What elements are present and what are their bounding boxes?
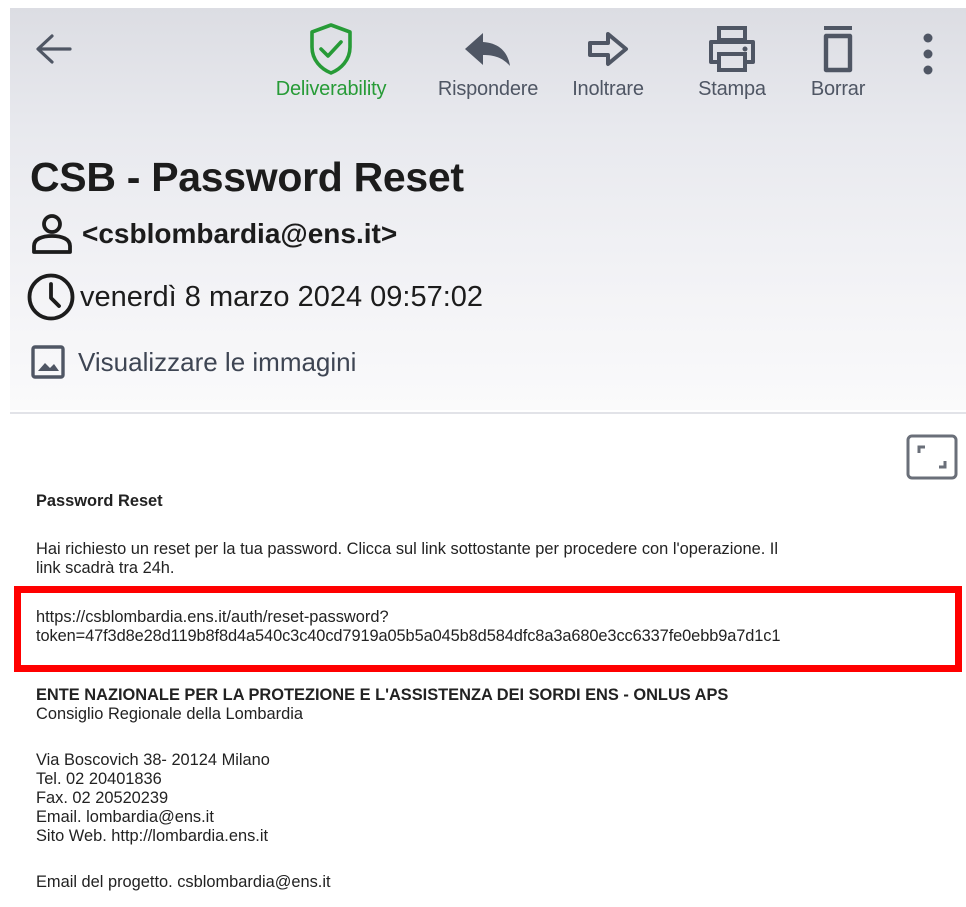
back-arrow-icon bbox=[36, 34, 72, 64]
show-images-link[interactable]: Visualizzare le immagini bbox=[30, 344, 356, 380]
deliverability-label: Deliverability bbox=[275, 78, 387, 100]
org-website[interactable]: Sito Web. http://lombardia.ens.it bbox=[36, 827, 268, 846]
reply-button[interactable]: Rispondere bbox=[428, 22, 548, 101]
trash-icon bbox=[816, 22, 860, 76]
org-tel: Tel. 02 20401836 bbox=[36, 770, 162, 788]
fullscreen-button[interactable] bbox=[906, 434, 958, 480]
org-name: ENTE NAZIONALE PER LA PROTEZIONE E L'ASS… bbox=[36, 686, 729, 704]
more-vertical-icon bbox=[923, 33, 933, 75]
image-icon bbox=[31, 345, 65, 379]
body-heading: Password Reset bbox=[36, 492, 163, 510]
fullscreen-icon bbox=[906, 434, 958, 480]
org-fax: Fax. 02 20520239 bbox=[36, 789, 169, 807]
show-images-label: Visualizzare le immagini bbox=[78, 346, 357, 377]
email-subject: CSB - Password Reset bbox=[30, 154, 464, 200]
email-date: venerdì 8 marzo 2024 09:57:02 bbox=[80, 280, 484, 313]
printer-icon bbox=[705, 22, 759, 76]
forward-button[interactable]: Inoltrare bbox=[558, 22, 658, 101]
delete-label: Borrar bbox=[810, 78, 866, 100]
header-divider bbox=[10, 412, 966, 414]
reply-label: Rispondere bbox=[437, 78, 539, 100]
print-button[interactable]: Stampa bbox=[682, 22, 782, 101]
deliverability-button[interactable]: Deliverability bbox=[264, 22, 398, 101]
back-button[interactable] bbox=[30, 24, 80, 74]
org-address: Via Boscovich 38- 20124 Milano bbox=[36, 751, 270, 769]
date-row: venerdì 8 marzo 2024 09:57:02 bbox=[26, 272, 483, 322]
delete-button[interactable]: Borrar bbox=[790, 22, 886, 101]
forward-label: Inoltrare bbox=[572, 78, 644, 100]
clock-icon bbox=[27, 273, 75, 321]
person-icon bbox=[32, 214, 72, 254]
print-label: Stampa bbox=[698, 78, 766, 100]
sender-row: <csblombardia@ens.it> bbox=[30, 214, 397, 254]
more-options-button[interactable] bbox=[912, 30, 944, 80]
org-email[interactable]: Email. lombardia@ens.it bbox=[36, 808, 214, 827]
shield-check-icon bbox=[307, 22, 355, 76]
project-email[interactable]: Email del progetto. csblombardia@ens.it bbox=[36, 873, 331, 907]
body-intro-line1: Hai richiesto un reset per la tua passwo… bbox=[36, 540, 778, 558]
red-highlight-box bbox=[14, 586, 962, 672]
sender-address[interactable]: <csblombardia@ens.it> bbox=[82, 218, 397, 250]
org-subtitle: Consiglio Regionale della Lombardia bbox=[36, 705, 303, 723]
body-intro-line2: link scadrà tra 24h. bbox=[36, 559, 175, 576]
reply-icon bbox=[463, 22, 513, 76]
forward-arrow-icon bbox=[586, 22, 630, 76]
